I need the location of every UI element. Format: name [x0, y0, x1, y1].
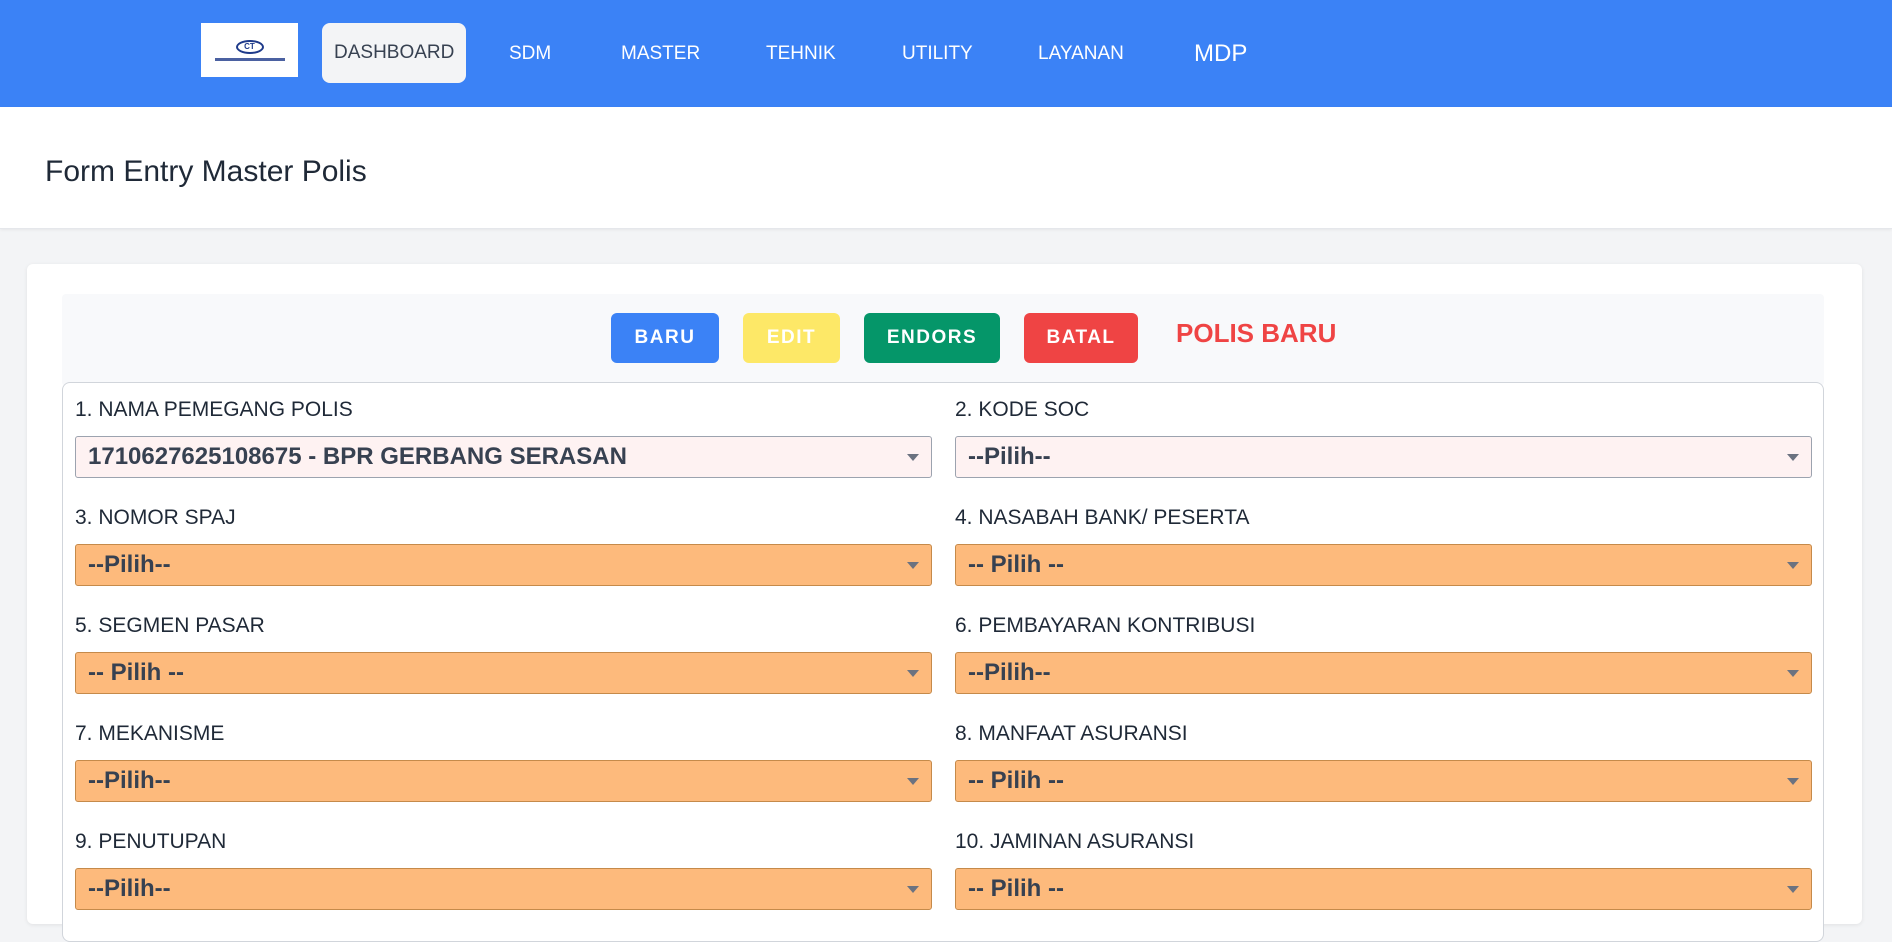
field-label-pembayaran-kontribusi: 6. PEMBAYARAN KONTRIBUSI	[955, 614, 1256, 637]
nasabah-bank-peserta-select[interactable]: -- Pilih --	[955, 544, 1812, 586]
pembayaran-kontribusi-select[interactable]: --Pilih--	[955, 652, 1812, 694]
nav-item-tehnik[interactable]: TEHNIK	[766, 0, 836, 107]
endors-button[interactable]: ENDORS	[864, 313, 1000, 363]
chevron-down-icon	[1787, 670, 1799, 677]
field-label-nomor-spaj: 3. NOMOR SPAJ	[75, 506, 236, 529]
field-label-mekanisme: 7. MEKANISME	[75, 722, 225, 745]
nama-pemegang-polis-select[interactable]: 1710627625108675 - BPR GERBANG SERASAN	[75, 436, 932, 478]
top-navbar: CT DASHBOARD SDM MASTER TEHNIK UTILITY L…	[0, 0, 1892, 107]
chevron-down-icon	[1787, 454, 1799, 461]
nav-item-mdp[interactable]: MDP	[1194, 0, 1247, 107]
chevron-down-icon	[1787, 886, 1799, 893]
select-value: --Pilih--	[88, 551, 171, 578]
nav-item-sdm[interactable]: SDM	[509, 0, 551, 107]
field-label-segmen-pasar: 5. SEGMEN PASAR	[75, 614, 265, 637]
form-status-label: POLIS BARU	[1176, 318, 1337, 348]
select-value: -- Pilih --	[88, 659, 184, 686]
field-label-nama-pemegang-polis: 1. NAMA PEMEGANG POLIS	[75, 398, 353, 421]
edit-button[interactable]: EDIT	[743, 313, 840, 363]
field-label-kode-soc: 2. KODE SOC	[955, 398, 1090, 421]
nav-item-layanan[interactable]: LAYANAN	[1038, 0, 1124, 107]
chevron-down-icon	[907, 562, 919, 569]
page-title: Form Entry Master Polis	[45, 155, 367, 188]
chevron-down-icon	[907, 454, 919, 461]
chevron-down-icon	[1787, 562, 1799, 569]
penutupan-select[interactable]: --Pilih--	[75, 868, 932, 910]
chevron-down-icon	[1787, 778, 1799, 785]
company-logo[interactable]: CT	[201, 23, 298, 77]
baru-button[interactable]: BARU	[611, 313, 719, 363]
form-card: BARU EDIT ENDORS BATAL POLIS BARU 1. NAM…	[27, 264, 1862, 942]
select-value: -- Pilih --	[968, 551, 1064, 578]
chevron-down-icon	[907, 778, 919, 785]
logo-text-line	[214, 57, 285, 61]
select-value: --Pilih--	[88, 767, 171, 794]
manfaat-asuransi-select[interactable]: -- Pilih --	[955, 760, 1812, 802]
select-value: --Pilih--	[88, 875, 171, 902]
logo-emblem-icon: CT	[235, 39, 264, 54]
form-fields-area: 1. NAMA PEMEGANG POLIS 1710627625108675 …	[62, 382, 1824, 942]
select-value: --Pilih--	[968, 659, 1051, 686]
kode-soc-select[interactable]: --Pilih--	[955, 436, 1812, 478]
nav-item-utility[interactable]: UTILITY	[902, 0, 973, 107]
chevron-down-icon	[907, 670, 919, 677]
select-value: 1710627625108675 - BPR GERBANG SERASAN	[88, 443, 627, 470]
nav-item-master[interactable]: MASTER	[621, 0, 700, 107]
action-toolbar: BARU EDIT ENDORS BATAL POLIS BARU	[62, 294, 1824, 386]
field-label-nasabah-bank-peserta: 4. NASABAH BANK/ PESERTA	[955, 506, 1250, 529]
segmen-pasar-select[interactable]: -- Pilih --	[75, 652, 932, 694]
chevron-down-icon	[907, 886, 919, 893]
page-header: Form Entry Master Polis	[0, 107, 1892, 229]
field-label-penutupan: 9. PENUTUPAN	[75, 830, 227, 853]
select-value: -- Pilih --	[968, 767, 1064, 794]
field-label-manfaat-asuransi: 8. MANFAAT ASURANSI	[955, 722, 1188, 745]
batal-button[interactable]: BATAL	[1024, 313, 1138, 363]
nomor-spaj-select[interactable]: --Pilih--	[75, 544, 932, 586]
select-value: --Pilih--	[968, 443, 1051, 470]
jaminan-asuransi-select[interactable]: -- Pilih --	[955, 868, 1812, 910]
field-label-jaminan-asuransi: 10. JAMINAN ASURANSI	[955, 830, 1195, 853]
nav-item-dashboard[interactable]: DASHBOARD	[322, 23, 467, 83]
select-value: -- Pilih --	[968, 875, 1064, 902]
mekanisme-select[interactable]: --Pilih--	[75, 760, 932, 802]
